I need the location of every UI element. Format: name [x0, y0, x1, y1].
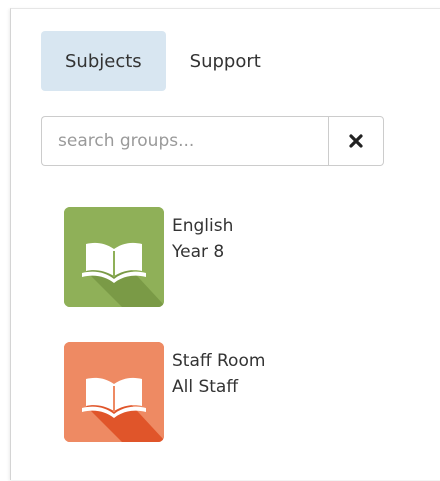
book-icon [64, 342, 164, 442]
tab-support[interactable]: Support [166, 31, 285, 91]
group-subtitle: Year 8 [172, 242, 225, 262]
group-tile [64, 342, 164, 442]
book-icon [64, 207, 164, 307]
group-name: Staff Room [172, 351, 266, 371]
search-group [41, 116, 384, 166]
group-info: English Year 8 [172, 213, 233, 265]
group-english[interactable]: English Year 8 [64, 207, 233, 307]
clear-search-button[interactable] [328, 116, 384, 166]
tab-subjects[interactable]: Subjects [41, 31, 166, 91]
group-tile [64, 207, 164, 307]
group-name: English [172, 216, 234, 236]
search-input[interactable] [41, 116, 328, 166]
group-subtitle: All Staff [172, 377, 239, 397]
group-staff-room[interactable]: Staff Room All Staff [64, 342, 265, 442]
groups-panel: Subjects Support English Year 8 [10, 8, 440, 480]
close-icon [349, 134, 363, 148]
tab-bar: Subjects Support [41, 31, 285, 91]
group-info: Staff Room All Staff [172, 348, 265, 400]
